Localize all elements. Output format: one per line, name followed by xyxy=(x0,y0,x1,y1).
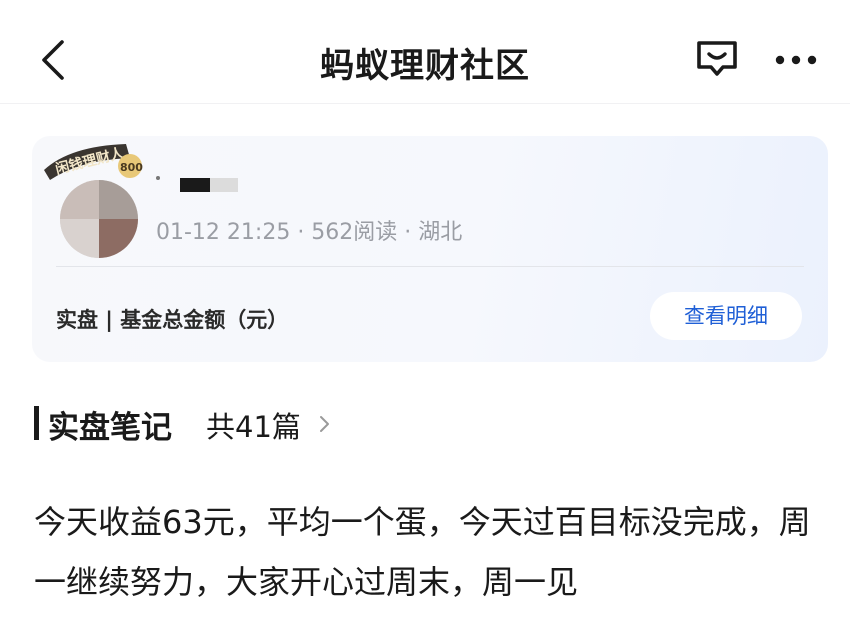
post-meta: 01-12 21:25 · 562阅读 · 湖北 xyxy=(156,220,463,245)
fund-total-label: 实盘 | 基金总金额（元） xyxy=(56,308,289,332)
screen: 蚂蚁理财社区 闲钱理财人 800 01-12 21:25 · 562阅读 · 湖… xyxy=(0,0,850,626)
post-body: 今天收益63元，平均一个蛋，今天过百目标没完成，周一继续努力，大家开心过周末，周… xyxy=(34,503,811,601)
nav-divider xyxy=(0,103,850,104)
author-name-redacted[interactable] xyxy=(180,178,240,192)
section-accent-bar xyxy=(34,406,39,440)
chat-icon xyxy=(697,41,737,76)
author-avatar[interactable] xyxy=(54,172,138,258)
more-button[interactable] xyxy=(772,46,820,74)
chat-button[interactable] xyxy=(694,38,740,80)
section-title: 实盘笔记 xyxy=(48,410,172,446)
avatar xyxy=(60,180,138,258)
badge-level: 800 xyxy=(120,161,143,174)
more-dots-icon xyxy=(775,55,817,65)
post-header-card: 闲钱理财人 800 01-12 21:25 · 562阅读 · 湖北 实盘 | … xyxy=(32,136,828,362)
chevron-right-icon[interactable] xyxy=(318,414,332,434)
card-divider xyxy=(56,266,804,267)
badge-icon: 闲钱理财人 800 xyxy=(44,144,143,180)
view-details-button[interactable]: 查看明细 xyxy=(650,292,802,340)
nav-bar: 蚂蚁理财社区 xyxy=(0,0,850,104)
user-name-dot xyxy=(156,176,160,180)
section-count-link[interactable]: 共41篇 xyxy=(206,404,301,446)
